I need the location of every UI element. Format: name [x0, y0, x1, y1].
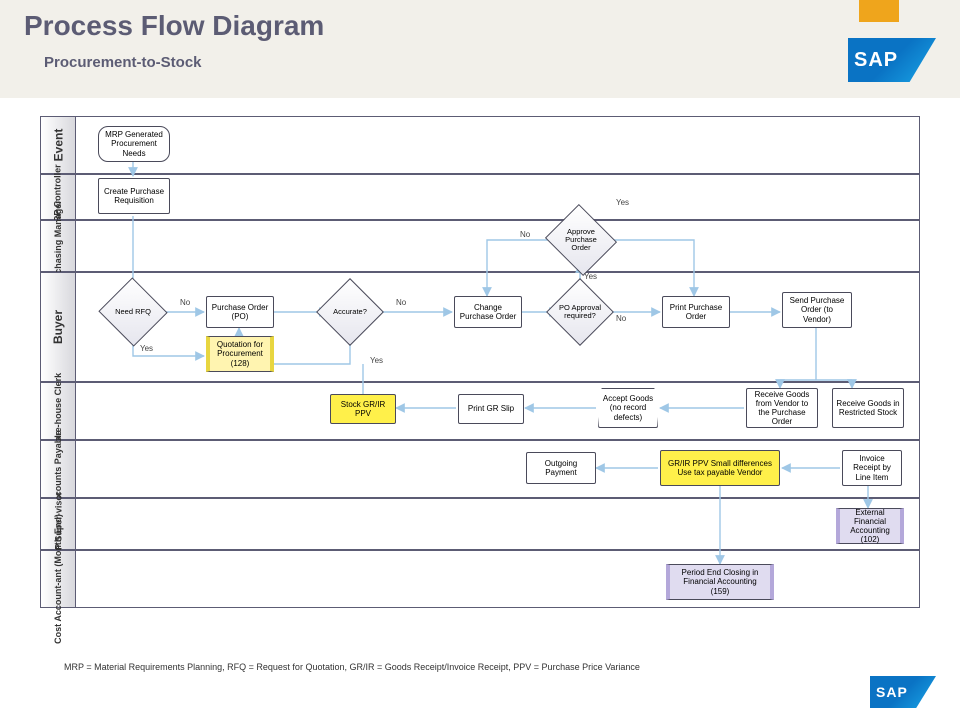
sap-logo-footer: SAP [870, 676, 936, 708]
node-stock-grir: Stock GR/IR PPV [330, 394, 396, 424]
node-text: Send Purchase Order (to Vendor) [786, 296, 848, 324]
node-text: Approve Purchase Order [555, 228, 607, 253]
node-text: Accurate? [324, 308, 376, 316]
node-text: Create Purchase Requisition [102, 187, 166, 205]
node-text: Accept Goods (no record defects) [602, 394, 654, 422]
label-yes: Yes [370, 356, 383, 365]
decision-approve-po: Approve Purchase Order [554, 216, 608, 264]
lane-label-cost: Cost Account-ant (Month End) [41, 551, 76, 607]
node-text: Receive Goods in Restricted Stock [836, 399, 900, 417]
lane-label-buyer: Buyer [41, 273, 76, 381]
subtitle: Procurement-to-Stock [44, 54, 202, 71]
slide-header: Process Flow Diagram Procurement-to-Stoc… [0, 0, 960, 98]
node-accept-goods: Accept Goods (no record defects) [598, 388, 658, 428]
node-text: Invoice Receipt by Line Item [846, 454, 898, 482]
node-text: Print GR Slip [468, 404, 514, 413]
lane-label-ap: Accounts Payable [41, 441, 76, 497]
node-print-gr-slip: Print GR Slip [458, 394, 524, 424]
node-text: Period End Closing in Financial Accounti… [673, 568, 767, 596]
decision-accurate: Accurate? [326, 288, 374, 336]
node-send-po: Send Purchase Order (to Vendor) [782, 292, 852, 328]
node-text: Outgoing Payment [530, 459, 592, 477]
node-text: GR/IR PPV Small differences Use tax paya… [664, 459, 776, 477]
node-quotation: Quotation for Procurement (128) [206, 336, 274, 372]
label-no: No [396, 298, 406, 307]
lane-event: Event [40, 116, 920, 174]
node-print-po: Print Purchase Order [662, 296, 730, 328]
node-receive-goods: Receive Goods from Vendor to the Purchas… [746, 388, 818, 428]
label-no: No [616, 314, 626, 323]
node-invoice-receipt: Invoice Receipt by Line Item [842, 450, 902, 486]
node-text: Quotation for Procurement (128) [213, 340, 267, 368]
label-yes: Yes [616, 198, 629, 207]
node-text: Stock GR/IR PPV [334, 400, 392, 418]
lane-label-purmgr: Pur-chasing Manager [41, 221, 76, 271]
decision-po-approval: PO Approval required? [556, 288, 604, 336]
node-text: PO Approval required? [554, 304, 606, 321]
sap-logo: SAP [848, 38, 936, 82]
lane-mrp: MRP Controller [40, 174, 920, 220]
label-no: No [180, 298, 190, 307]
decision-need-rfq: Need RFQ [108, 288, 158, 336]
title: Process Flow Diagram [24, 10, 324, 42]
lane-ap: Accounts Payable [40, 440, 920, 498]
node-grir-ppv: GR/IR PPV Small differences Use tax paya… [660, 450, 780, 486]
node-outgoing-payment: Outgoing Payment [526, 452, 596, 484]
footer-legend: MRP = Material Requirements Planning, RF… [64, 662, 640, 672]
node-create-pr: Create Purchase Requisition [98, 178, 170, 214]
brand-accent [859, 0, 899, 22]
label-no: No [520, 230, 530, 239]
node-receive-restricted: Receive Goods in Restricted Stock [832, 388, 904, 428]
node-text: Receive Goods from Vendor to the Purchas… [750, 390, 814, 427]
label-yes: Yes [584, 272, 597, 281]
node-po: Purchase Order (PO) [206, 296, 274, 328]
lane-purmgr: Pur-chasing Manager [40, 220, 920, 272]
label-yes: Yes [140, 344, 153, 353]
node-text: Print Purchase Order [666, 303, 726, 321]
lane-cost: Cost Account-ant (Month End) [40, 550, 920, 608]
node-text: Purchase Order (PO) [210, 303, 270, 321]
node-change-po: Change Purchase Order [454, 296, 522, 328]
node-text: Change Purchase Order [458, 303, 518, 321]
node-text: Need RFQ [107, 308, 159, 316]
node-mrp-needs: MRP Generated Procurement Needs [98, 126, 170, 162]
node-external-fa: External Financial Accounting (102) [836, 508, 904, 544]
node-text: External Financial Accounting (102) [843, 508, 897, 545]
node-text: MRP Generated Procurement Needs [102, 130, 166, 158]
swimlane-container: Event MRP Controller Pur-chasing Manager… [40, 116, 920, 654]
node-period-end: Period End Closing in Financial Accounti… [666, 564, 774, 600]
lane-apsup: AP Super-visor [40, 498, 920, 550]
